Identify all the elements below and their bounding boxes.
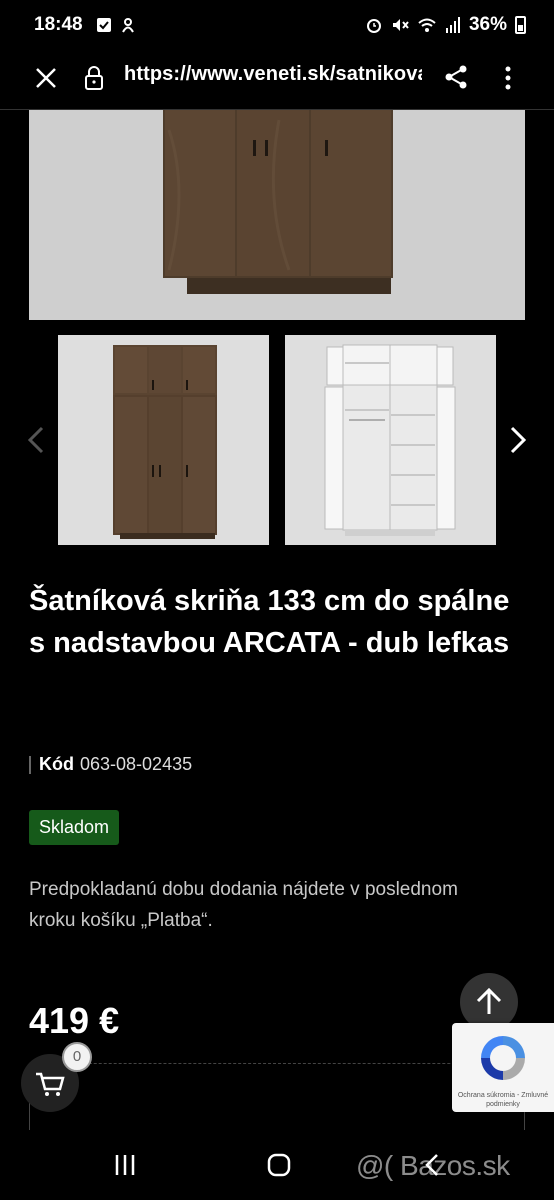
more-menu-icon[interactable] <box>498 63 518 93</box>
product-code-label: Kód <box>39 754 74 774</box>
status-time: 18:48 <box>34 14 83 35</box>
stock-status-badge: Skladom <box>29 810 120 845</box>
cart-count-badge: 0 <box>62 1042 92 1072</box>
delivery-note: Predpokladanú dobu dodania nájdete v pos… <box>29 879 458 931</box>
wardrobe-illustration <box>163 110 393 294</box>
gallery-prev-icon[interactable] <box>22 420 52 460</box>
close-tab-icon[interactable] <box>32 64 60 92</box>
status-bar: 18:48 36% <box>0 0 554 50</box>
battery-percent: 36% <box>468 14 507 35</box>
gallery-next-icon[interactable] <box>504 420 534 460</box>
recent-apps-icon[interactable] <box>112 1152 138 1178</box>
browser-toolbar: https://www.veneti.sk/satnikova-skrina <box>0 50 554 110</box>
lock-icon[interactable] <box>83 64 105 92</box>
thumbnail-dark-oak[interactable] <box>58 335 269 545</box>
product-code: Kód 063-08-02435 <box>29 754 192 775</box>
share-icon[interactable] <box>442 63 470 91</box>
wifi-icon <box>418 18 436 32</box>
alarm-icon <box>366 19 381 33</box>
recaptcha-icon <box>481 1036 525 1080</box>
url-bar[interactable]: https://www.veneti.sk/satnikova-skrina <box>124 63 422 86</box>
thumbnail-white-open[interactable] <box>285 335 496 545</box>
notification-app-icon <box>122 18 134 33</box>
recaptcha-text[interactable]: Ochrana súkromia - Zmluvné podmienky <box>452 1091 554 1109</box>
watermark: @( Bazos.sk <box>356 1150 510 1181</box>
status-system-icons: 36% <box>365 14 526 36</box>
notification-check-icon <box>97 18 111 32</box>
product-price: 419 € <box>29 1000 120 1041</box>
code-divider <box>29 755 31 774</box>
product-code-value: 063-08-02435 <box>80 754 193 774</box>
signal-icon <box>445 17 460 33</box>
recaptcha-badge[interactable]: Ochrana súkromia - Zmluvné podmienky <box>452 1023 554 1112</box>
main-product-image[interactable] <box>29 110 525 320</box>
battery-icon <box>515 16 526 34</box>
home-icon[interactable] <box>266 1152 292 1178</box>
product-title: Šatníková skriňa 133 cm do spálne s nads… <box>29 585 510 659</box>
status-notification-icons <box>96 17 136 33</box>
mute-icon <box>392 19 409 31</box>
add-to-cart-panel <box>29 1063 525 1130</box>
